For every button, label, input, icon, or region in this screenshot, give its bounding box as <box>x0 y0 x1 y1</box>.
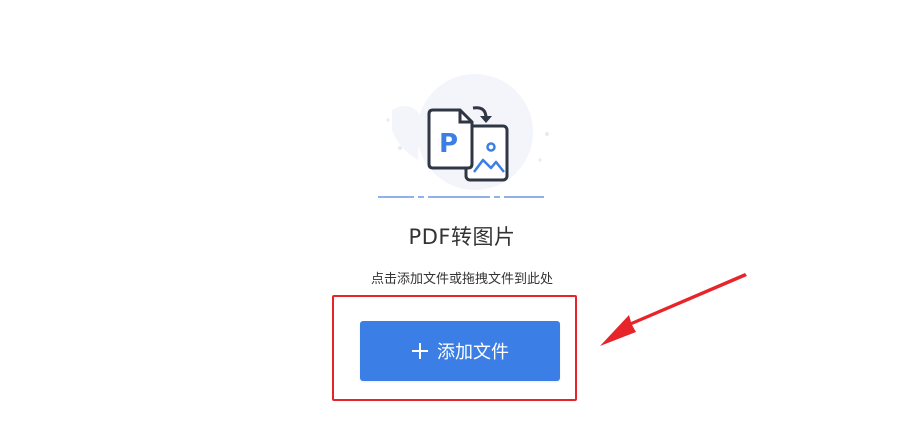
add-file-button-label: 添加文件 <box>437 342 509 363</box>
drop-hint-text[interactable]: 点击添加文件或拖拽文件到此处 <box>0 270 924 290</box>
svg-text:P: P <box>439 129 458 159</box>
pdf-to-image-page: P PDF转图片 点击添加文件或拖拽文件到此处 添加文件 <box>0 0 924 447</box>
plus-icon <box>411 342 429 360</box>
page-title: PDF转图片 <box>408 225 516 249</box>
pdf-to-image-icon: P <box>378 74 549 198</box>
red-arrow-icon <box>600 273 747 346</box>
add-file-button[interactable]: 添加文件 <box>360 321 560 381</box>
